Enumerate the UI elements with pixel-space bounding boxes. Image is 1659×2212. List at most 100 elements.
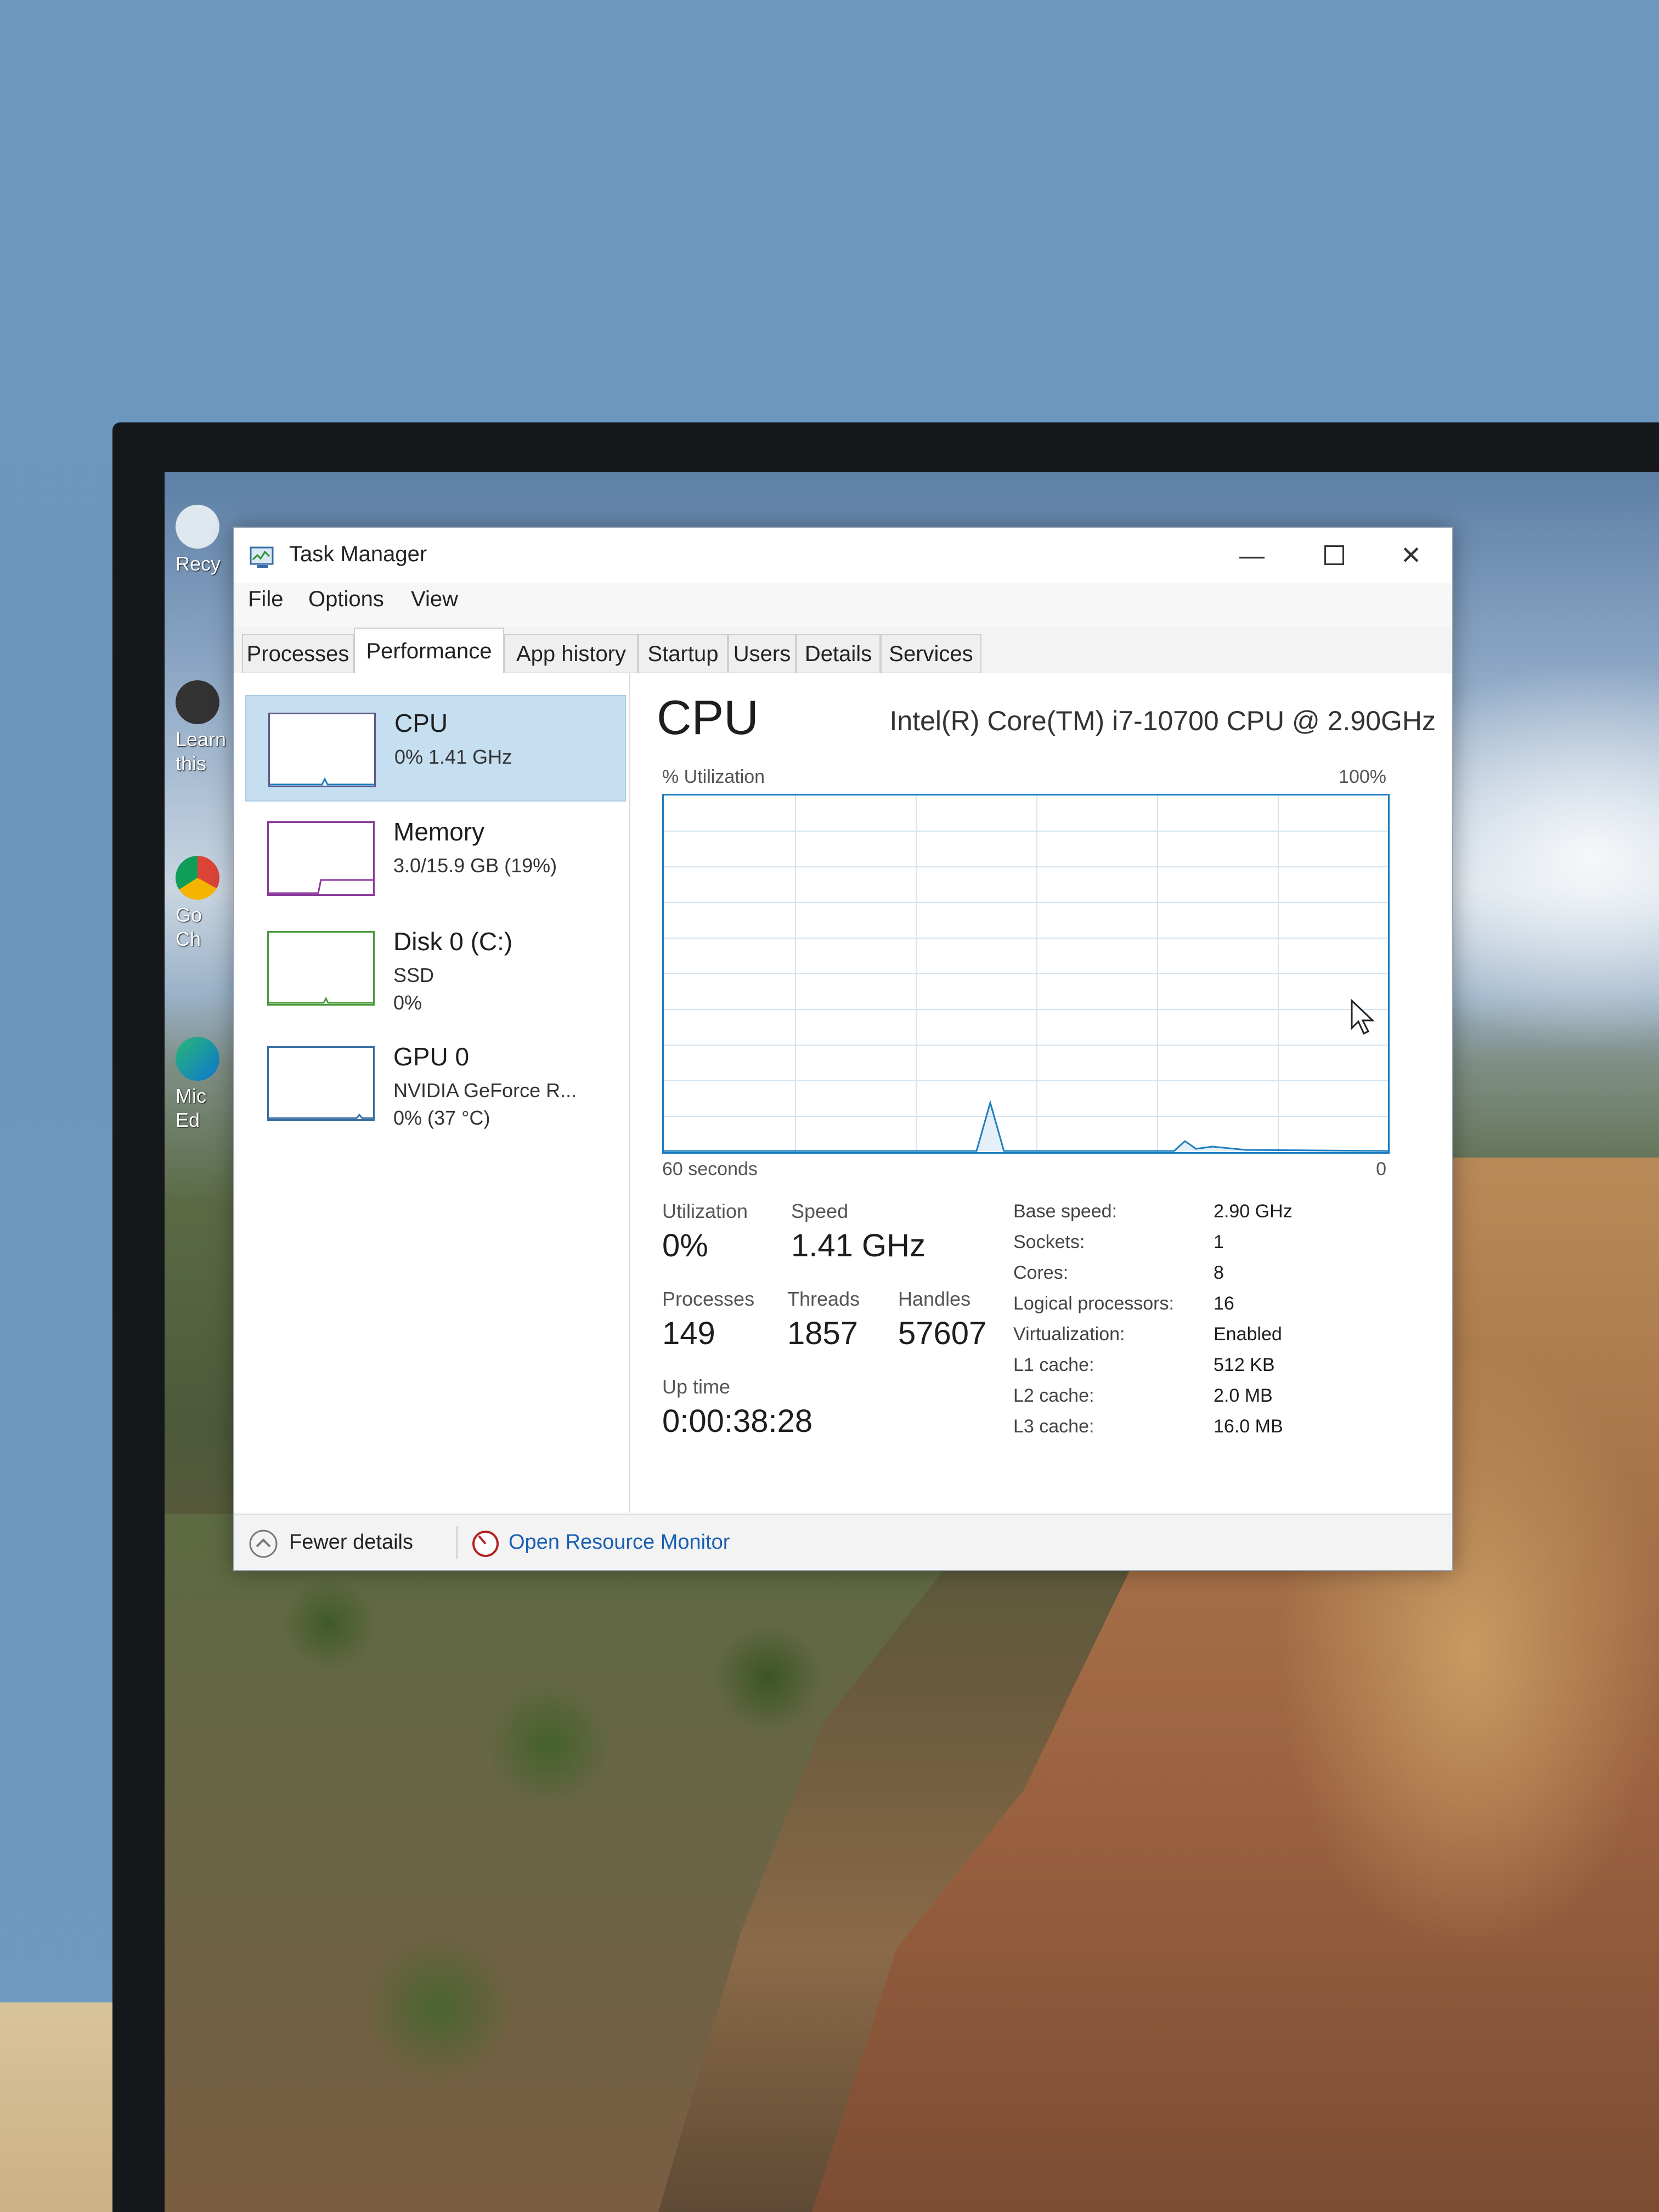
- resource-list: CPU 0% 1.41 GHz Memory 3.0/15.9 GB (19%): [234, 673, 630, 1513]
- tab-details[interactable]: Details: [796, 634, 881, 674]
- utilization-label: Utilization: [662, 1200, 748, 1222]
- close-button[interactable]: ✕: [1370, 533, 1452, 577]
- open-resource-monitor-link[interactable]: Open Resource Monitor: [509, 1531, 730, 1554]
- graph-y-max: 100%: [1339, 766, 1386, 787]
- resource-name: CPU: [394, 709, 448, 737]
- processes-label: Processes: [662, 1288, 755, 1310]
- memory-mini-chart: [269, 879, 373, 894]
- window-title: Task Manager: [289, 542, 427, 566]
- spec-value: 16.0 MB: [1214, 1416, 1283, 1437]
- spec-value: 2.0 MB: [1214, 1385, 1273, 1406]
- close-icon: ✕: [1400, 541, 1422, 569]
- spec-label: Sockets:: [1013, 1232, 1085, 1252]
- speed-label: Speed: [791, 1200, 849, 1222]
- processes-value: 149: [662, 1316, 715, 1351]
- recycle-bin-icon: [176, 505, 219, 549]
- cpu-thumbnail-graph: [268, 713, 376, 787]
- spec-value: 1: [1214, 1232, 1224, 1252]
- memory-thumbnail-graph: [267, 821, 375, 896]
- desktop-icon-label: Recy: [176, 552, 221, 575]
- resource-detail: NVIDIA GeForce R...: [393, 1079, 577, 1102]
- gpu-thumbnail-graph: [267, 1046, 375, 1121]
- desktop-icon-recycle-bin[interactable]: Recy: [176, 505, 225, 576]
- resource-memory[interactable]: Memory 3.0/15.9 GB (19%): [245, 805, 624, 909]
- resource-name: Disk 0 (C:): [393, 927, 513, 956]
- tab-app-history[interactable]: App history: [504, 634, 638, 674]
- menu-options[interactable]: Options: [308, 587, 384, 612]
- disk-thumbnail-graph: [267, 931, 375, 1006]
- tab-performance[interactable]: Performance: [354, 628, 504, 675]
- handles-label: Handles: [898, 1288, 971, 1310]
- minimize-icon: —: [1239, 541, 1265, 569]
- minimize-button[interactable]: —: [1211, 533, 1293, 577]
- cpu-model-name: Intel(R) Core(TM) i7-10700 CPU @ 2.90GHz: [889, 706, 1436, 736]
- edge-icon: [176, 1037, 219, 1081]
- spec-value: 2.90 GHz: [1214, 1201, 1293, 1222]
- maximize-icon: [1324, 545, 1344, 565]
- spec-value: 16: [1214, 1293, 1234, 1314]
- threads-value: 1857: [787, 1316, 859, 1351]
- resource-gpu[interactable]: GPU 0 NVIDIA GeForce R... 0% (37 °C): [245, 1030, 624, 1134]
- resource-detail: 0% 1.41 GHz: [394, 746, 512, 768]
- mouse-cursor-icon: [1351, 998, 1375, 1035]
- cpu-usage-line: [664, 1099, 1389, 1152]
- graph-y-min: 0: [1376, 1159, 1386, 1180]
- performance-panel: CPU 0% 1.41 GHz Memory 3.0/15.9 GB (19%): [234, 673, 1452, 1513]
- speed-value: 1.41 GHz: [791, 1228, 926, 1263]
- spec-label: Base speed:: [1013, 1201, 1118, 1222]
- chevron-up-circle-icon: [249, 1530, 278, 1558]
- resource-name: Memory: [393, 817, 485, 846]
- spec-label: L1 cache:: [1013, 1355, 1094, 1375]
- cpu-heading: CPU: [657, 690, 759, 744]
- disk-mini-chart: [269, 996, 373, 1004]
- resource-detail: 3.0/15.9 GB (19%): [393, 854, 557, 877]
- maximize-button[interactable]: [1293, 533, 1375, 577]
- resource-name: GPU 0: [393, 1042, 470, 1071]
- spec-value: Enabled: [1214, 1324, 1282, 1345]
- resource-disk[interactable]: Disk 0 (C:) SSD 0%: [245, 915, 624, 1019]
- threads-label: Threads: [787, 1288, 860, 1310]
- fewer-details-button[interactable]: Fewer details: [289, 1531, 413, 1554]
- cpu-utilization-chart: [664, 795, 1389, 1152]
- footer-bar: Fewer details Open Resource Monitor: [234, 1514, 1452, 1570]
- desktop-icon-label: Learn this: [176, 728, 227, 775]
- uptime-value: 0:00:38:28: [662, 1403, 813, 1439]
- cpu-detail-pane: CPU Intel(R) Core(TM) i7-10700 CPU @ 2.9…: [640, 673, 1436, 1513]
- task-manager-icon: [250, 546, 274, 568]
- spec-label: L3 cache:: [1013, 1416, 1094, 1437]
- chrome-icon: [176, 856, 219, 900]
- spec-label: Logical processors:: [1013, 1293, 1174, 1314]
- desktop-icon-chrome[interactable]: Go Ch: [176, 856, 225, 951]
- resource-detail-2: 0%: [393, 991, 422, 1014]
- resource-detail-2: 0% (37 °C): [393, 1107, 490, 1129]
- footer-divider: [456, 1526, 458, 1559]
- tab-processes[interactable]: Processes: [242, 634, 354, 674]
- desktop-icon-label: Mic Ed: [176, 1085, 206, 1131]
- cpu-utilization-graph: [662, 794, 1390, 1154]
- spec-value: 8: [1214, 1262, 1224, 1283]
- gpu-mini-chart: [269, 1113, 373, 1119]
- graph-x-label: 60 seconds: [662, 1159, 758, 1180]
- resource-monitor-icon: [472, 1531, 499, 1557]
- task-manager-window: Task Manager — ✕ File Options View Proce…: [233, 527, 1453, 1571]
- uptime-label: Up time: [662, 1375, 731, 1398]
- title-bar[interactable]: Task Manager — ✕: [234, 528, 1452, 583]
- tab-users[interactable]: Users: [728, 634, 796, 674]
- desktop-icon-label: Go Ch: [176, 904, 202, 950]
- cpu-mini-chart: [270, 777, 374, 786]
- tab-startup[interactable]: Startup: [638, 634, 728, 674]
- tab-services[interactable]: Services: [881, 634, 981, 674]
- menu-file[interactable]: File: [248, 587, 283, 612]
- desktop-icon-edge[interactable]: Mic Ed: [176, 1037, 225, 1132]
- resource-cpu[interactable]: CPU 0% 1.41 GHz: [245, 695, 626, 802]
- utilization-value: 0%: [662, 1228, 708, 1263]
- spec-label: Cores:: [1013, 1262, 1069, 1283]
- spec-label: Virtualization:: [1013, 1324, 1125, 1345]
- spec-value: 512 KB: [1214, 1355, 1275, 1375]
- learn-icon: [176, 680, 219, 724]
- menu-view[interactable]: View: [411, 587, 458, 612]
- desktop-icon-learn[interactable]: Learn this: [176, 680, 227, 776]
- graph-y-label: % Utilization: [662, 766, 765, 787]
- handles-value: 57607: [898, 1316, 987, 1351]
- resource-detail: SSD: [393, 964, 435, 986]
